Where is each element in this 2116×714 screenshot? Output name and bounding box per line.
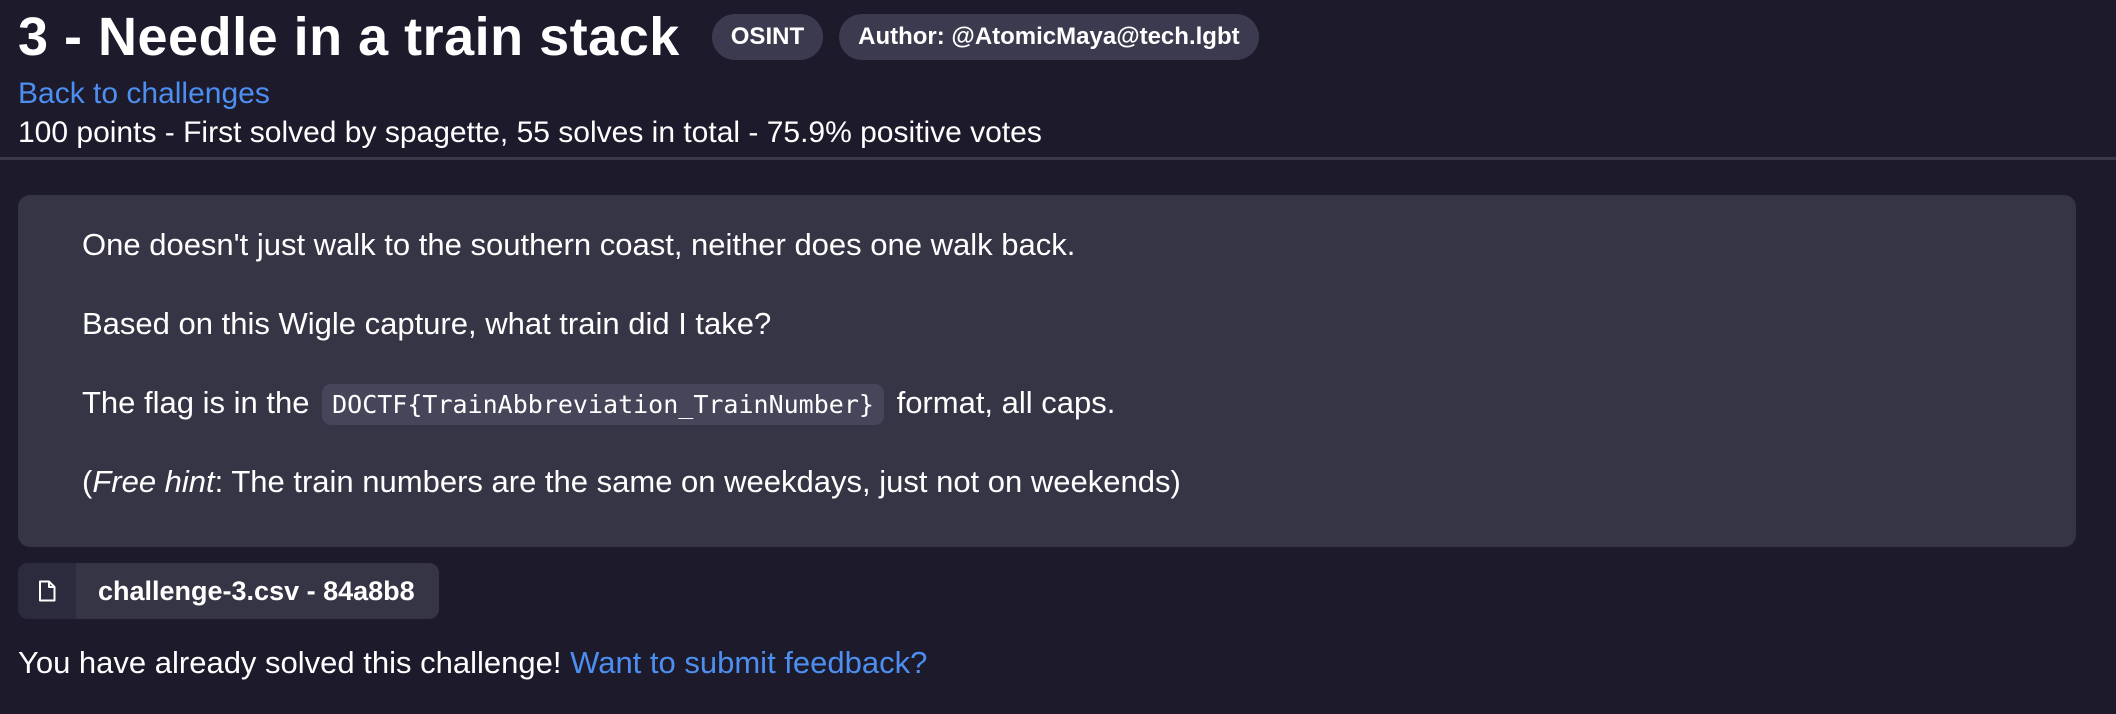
- hint-open-paren: (: [82, 464, 93, 499]
- description-line-2: Based on this Wigle capture, what train …: [82, 306, 772, 341]
- hint-label: Free hint: [92, 464, 215, 499]
- solved-message: You have already solved this challenge!: [18, 645, 562, 680]
- flag-format-suffix: format, all caps.: [896, 385, 1116, 420]
- hint-text: : The train numbers are the same on week…: [214, 464, 1181, 499]
- flag-format-prefix: The flag is in the: [82, 385, 310, 420]
- description-line-1: One doesn't just walk to the southern co…: [82, 227, 1076, 262]
- description-line-3: The flag is in the DOCTF{TrainAbbreviati…: [82, 383, 2012, 425]
- back-to-challenges-link[interactable]: Back to challenges: [18, 74, 270, 114]
- solved-status: You have already solved this challenge! …: [18, 641, 927, 685]
- title-row: 3 - Needle in a train stack OSINT Author…: [18, 0, 2098, 74]
- challenge-header: 3 - Needle in a train stack OSINT Author…: [0, 0, 2116, 160]
- attachment-download-button[interactable]: challenge-3.csv - 84a8b8: [18, 563, 439, 619]
- flag-format-code: DOCTF{TrainAbbreviation_TrainNumber}: [322, 384, 884, 425]
- file-icon: [18, 563, 76, 619]
- challenge-meta: 100 points - First solved by spagette, 5…: [18, 116, 1042, 149]
- challenge-page: 3 - Needle in a train stack OSINT Author…: [0, 0, 2116, 714]
- description-line-4: (Free hint: The train numbers are the sa…: [82, 462, 2012, 502]
- page-title: 3 - Needle in a train stack: [18, 7, 680, 67]
- challenge-description: One doesn't just walk to the southern co…: [18, 195, 2076, 547]
- author-badge: Author: @AtomicMaya@tech.lgbt: [839, 14, 1259, 60]
- submit-feedback-link[interactable]: Want to submit feedback?: [570, 645, 927, 680]
- attachment-label: challenge-3.csv - 84a8b8: [98, 575, 415, 606]
- category-badge: OSINT: [711, 14, 824, 60]
